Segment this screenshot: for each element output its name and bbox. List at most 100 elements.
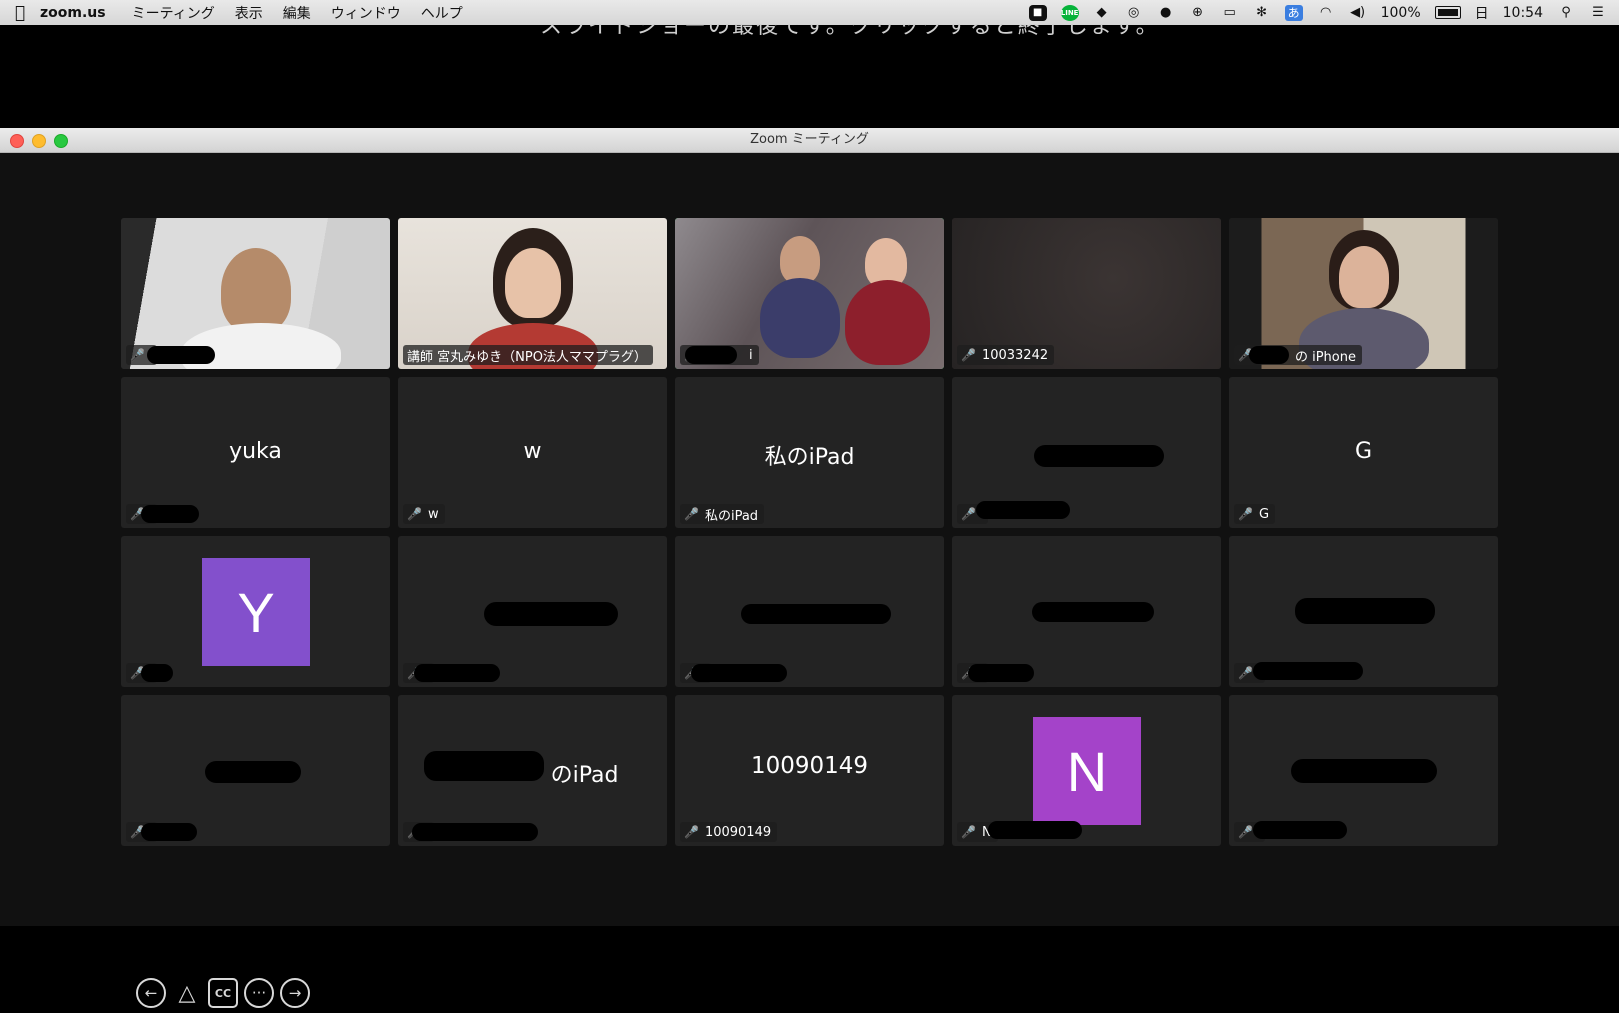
participant-face: [780, 236, 820, 284]
participant-tile[interactable]: 私のiPad 🎤 私のiPad: [675, 377, 944, 528]
zoom-camera-icon[interactable]: ■: [1028, 4, 1047, 21]
participant-tile[interactable]: 🎤: [1229, 695, 1498, 846]
volume-icon[interactable]: ◀): [1349, 5, 1367, 21]
previous-slide-button[interactable]: ←: [136, 978, 166, 1008]
clock-day: 日: [1474, 5, 1489, 22]
mic-muted-icon: 🎤: [684, 507, 699, 521]
menu-meeting[interactable]: ミーティング: [132, 3, 215, 23]
mic-muted-icon: 🎤: [961, 825, 976, 839]
participant-tile[interactable]: 🎤 10033242: [952, 218, 1221, 369]
spotlight-search-icon[interactable]: ⚲: [1557, 5, 1575, 21]
captions-button[interactable]: CC: [208, 978, 238, 1008]
participant-tile[interactable]: Y 🎤: [121, 536, 390, 687]
active-speaker-tile[interactable]: 🎤i: [675, 218, 944, 369]
menu-window[interactable]: ウィンドウ: [331, 3, 401, 23]
participant-tile[interactable]: 🎤: [121, 218, 390, 369]
participant-tile[interactable]: 🎤: [952, 377, 1221, 528]
menu-bar:  zoom.us ミーティング 表示 編集 ウィンドウ ヘルプ ■ LINE …: [0, 0, 1619, 25]
redaction-mark: [1249, 346, 1289, 364]
participant-tile[interactable]: 10090149 🎤 10090149: [675, 695, 944, 846]
mic-muted-icon: 🎤: [407, 507, 422, 521]
redaction-mark: [147, 346, 215, 364]
participant-tile[interactable]: G 🎤 G: [1229, 377, 1498, 528]
dropbox-icon[interactable]: ◆: [1093, 5, 1111, 21]
mic-muted-icon: 🎤: [1238, 825, 1253, 839]
participant-name: G: [1258, 506, 1270, 522]
more-options-button[interactable]: ···: [244, 978, 274, 1008]
status-area: ■ LINE ◆ ◎ ● ⊕ ▭ ✻ あ ◠ ◀) 100% 日 10:54 ⚲…: [1028, 0, 1607, 25]
input-method-icon[interactable]: あ: [1284, 4, 1303, 21]
participant-face: [505, 248, 561, 318]
participant-display-name: G: [1354, 439, 1373, 464]
participant-name: 10090149: [704, 824, 772, 840]
redaction-mark: [484, 602, 618, 626]
apple-menu-icon[interactable]: : [0, 3, 40, 23]
participant-tile[interactable]: 🎤: [952, 536, 1221, 687]
participant-name-tag: 🎤 私のiPad: [680, 504, 765, 524]
participant-tile[interactable]: 🎤 の iPhone: [1229, 218, 1498, 369]
menu-edit[interactable]: 編集: [283, 3, 311, 23]
notification-center-icon[interactable]: ☰: [1589, 5, 1607, 21]
participant-tile[interactable]: 🎤: [1229, 536, 1498, 687]
sync-icon[interactable]: ●: [1157, 5, 1175, 21]
battery-percent: 100%: [1380, 4, 1421, 21]
app-menu[interactable]: zoom.us: [40, 5, 106, 21]
mic-muted-icon: 🎤: [684, 825, 699, 839]
redaction-mark: [1291, 759, 1437, 783]
participant-name: 講師 宮丸みゆき（NPO法人ママプラグ）: [407, 349, 647, 365]
participant-tile[interactable]: のiPad 🎤: [398, 695, 667, 846]
participant-name-tag: 🎤 w: [403, 504, 445, 524]
creative-cloud-icon[interactable]: ◎: [1125, 5, 1143, 21]
line-app-icon[interactable]: LINE: [1060, 4, 1079, 21]
redaction-mark: [1034, 445, 1164, 467]
redaction-mark: [141, 823, 197, 841]
participant-tile[interactable]: 🎤: [675, 536, 944, 687]
participant-name-tag: 🎤 10090149: [680, 822, 778, 842]
participant-name: 10033242: [981, 347, 1049, 363]
wifi-icon[interactable]: ◠: [1317, 5, 1335, 21]
airplay-icon[interactable]: ▭: [1221, 5, 1239, 21]
close-window-button[interactable]: [10, 134, 24, 148]
window-titlebar: Zoom ミーティング: [0, 128, 1619, 153]
mic-muted-icon: 🎤: [961, 348, 976, 362]
participant-tile[interactable]: yuka 🎤: [121, 377, 390, 528]
ellipsis-icon: ···: [251, 984, 267, 1002]
participant-display-name: w: [523, 439, 542, 464]
participant-tile[interactable]: N 🎤 N: [952, 695, 1221, 846]
participant-display-name: yuka: [229, 439, 282, 464]
bluetooth-icon[interactable]: ✻: [1253, 5, 1271, 21]
window-title: Zoom ミーティング: [750, 132, 869, 147]
pointer-tool-button[interactable]: △: [172, 978, 202, 1008]
participant-tile[interactable]: 講師 宮丸みゆき（NPO法人ママプラグ）: [398, 218, 667, 369]
participant-tile[interactable]: 🎤: [121, 695, 390, 846]
participant-tile[interactable]: 🎤: [398, 536, 667, 687]
minimize-window-button[interactable]: [32, 134, 46, 148]
next-slide-button[interactable]: →: [280, 978, 310, 1008]
maximize-window-button[interactable]: [54, 134, 68, 148]
redaction-mark: [424, 751, 544, 781]
participant-shirt: [845, 280, 930, 365]
redaction-mark: [1032, 602, 1154, 622]
clock-time[interactable]: 10:54: [1503, 5, 1543, 21]
closed-captions-icon: CC: [214, 986, 232, 1000]
mic-muted-icon: 🎤: [961, 507, 976, 521]
avatar: Y: [202, 558, 310, 666]
mic-muted-icon: 🎤: [130, 348, 145, 362]
participant-shirt: [760, 278, 840, 358]
mic-muted-icon: 🎤: [1238, 507, 1253, 521]
participant-tile[interactable]: w 🎤 w: [398, 377, 667, 528]
redaction-mark: [988, 821, 1082, 839]
redaction-mark: [205, 761, 301, 783]
participant-name: 私のiPad: [704, 508, 759, 524]
pen-tool-icon: △: [178, 980, 196, 1006]
accessibility-icon[interactable]: ⊕: [1189, 5, 1207, 21]
redaction-mark: [1253, 821, 1347, 839]
redaction-mark: [414, 664, 500, 682]
menu-view[interactable]: 表示: [235, 3, 263, 23]
participant-face: [1339, 246, 1389, 308]
redaction-mark: [741, 604, 891, 624]
redaction-mark: [685, 346, 737, 364]
menu-help[interactable]: ヘルプ: [421, 3, 463, 23]
participant-display-name: 10090149: [750, 753, 869, 779]
battery-icon[interactable]: [1434, 6, 1461, 19]
